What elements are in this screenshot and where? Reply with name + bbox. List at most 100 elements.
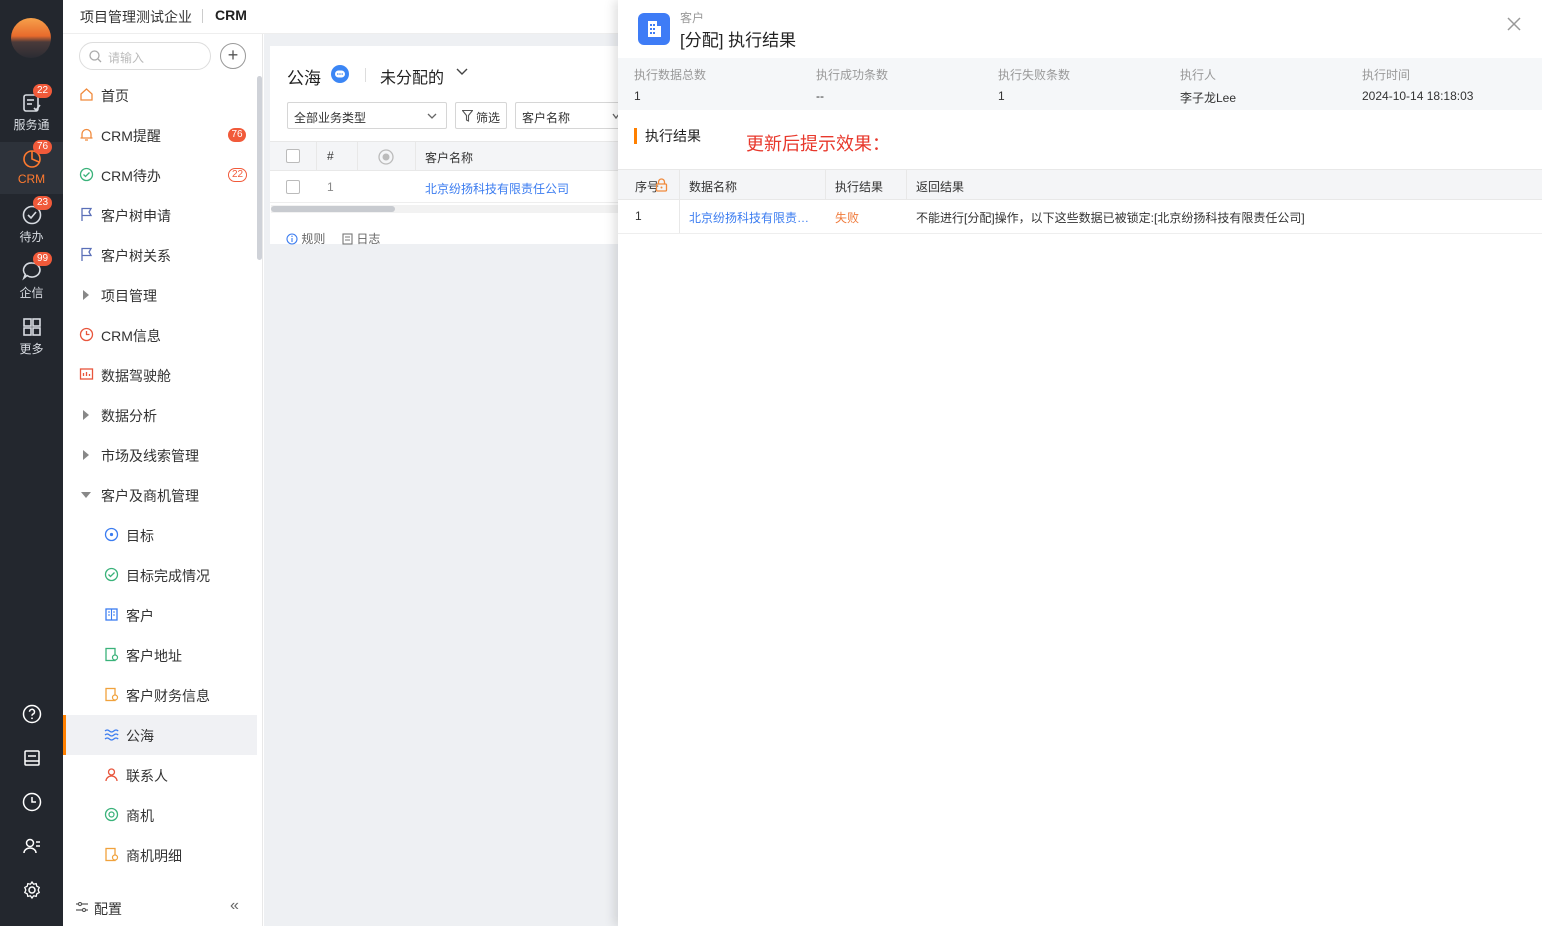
sidebar-item-dashboard[interactable]: 数据驾驶舱 [63,355,257,395]
log-link[interactable]: 日志 [342,230,380,247]
rail-item-service[interactable]: 服务通 22 [0,84,63,138]
sidebar-item-home[interactable]: 首页 [63,75,257,115]
sidebar-item-project[interactable]: 项目管理 [63,275,257,315]
column-header-customer-name: 客户名称 [425,151,474,165]
chevron-down-icon[interactable] [456,68,468,76]
breadcrumb: 项目管理测试企业 CRM [63,0,618,34]
row-index: 1 [635,209,642,223]
row-index: 1 [327,180,334,194]
sidebar-scrollbar[interactable] [257,76,262,260]
sidebar-item-customer-finance[interactable]: 客户财务信息 [63,675,257,715]
sidebar-item-customer-address[interactable]: 客户地址 [63,635,257,675]
help-button[interactable] [0,699,63,729]
summary-value: 1 [634,89,641,103]
column-header-data-name: 数据名称 [689,180,738,194]
sidebar-item-customer-opportunity[interactable]: 客户及商机管理 [63,475,257,515]
business-type-value: 全部业务类型 [294,111,367,125]
sidebar-item-label: 联系人 [126,768,168,784]
rail-label: 服务通 [13,118,50,132]
sidebar-item-goal-progress[interactable]: 目标完成情况 [63,555,257,595]
filter-button[interactable]: 筛选 [455,102,507,129]
lock-icon[interactable] [655,178,668,192]
sidebar-item-label: 公海 [126,728,154,744]
chevron-down-icon [427,113,437,119]
sidebar-item-crm-reminder[interactable]: CRM提醒 76 [63,115,257,155]
table-row[interactable]: 1 北京纷扬科技有限责任公司 失败 不能进行[分配]操作，以下这些数据已被锁定:… [618,200,1542,234]
column-divider [415,142,416,170]
sidebar-footer: 配置 « [63,884,262,926]
field-select[interactable]: 客户名称 [515,102,625,129]
crm-sidebar: 请输入 + 首页 CRM提醒 76 CRM待办 22 客户树申请 客户树关系 项… [63,34,263,926]
app-name[interactable]: CRM [215,7,247,23]
sidebar-item-goal[interactable]: 目标 [63,515,257,555]
rail-item-todo[interactable]: 待办 23 [0,196,63,250]
flag-icon [81,207,93,221]
sidebar-item-market[interactable]: 市场及线索管理 [63,435,257,475]
config-sliders-icon [76,902,88,912]
table-row[interactable]: 1 北京纷扬科技有限责任公司 [270,171,618,203]
row-checkbox[interactable] [286,180,300,194]
rail-item-crm[interactable]: CRM 76 [0,140,63,194]
info-icon [286,233,298,245]
waves-icon [104,729,119,741]
execution-result-drawer: 客户 [分配] 执行结果 执行数据总数 1 执行成功条数 -- 执行失败条数 1… [618,0,1542,926]
view-selector[interactable]: 未分配的 [380,64,444,88]
add-menu-button[interactable]: + [220,43,246,69]
notes-button[interactable] [0,743,63,773]
select-all-checkbox[interactable] [286,149,300,163]
sidebar-item-tree-apply[interactable]: 客户树申请 [63,195,257,235]
sidebar-item-opportunity-detail[interactable]: 商机明细 [63,835,257,875]
horizontal-scrollbar[interactable] [271,205,618,213]
settings-button[interactable] [0,875,63,905]
config-link[interactable]: 配置 [94,899,122,919]
clock-icon [22,792,41,812]
chat-icon[interactable] [331,65,349,83]
customer-name-link[interactable]: 北京纷扬科技有限责任公司 [425,180,569,197]
address-icon [105,647,119,662]
rules-link[interactable]: 规则 [286,230,325,247]
summary-executor: 执行人 李子龙Lee [1180,66,1236,106]
gear-icon [23,880,40,900]
result-table-header: 序号 数据名称 执行结果 返回结果 [618,169,1542,200]
close-icon[interactable] [1506,16,1522,32]
sidebar-item-opportunity[interactable]: 商机 [63,795,257,835]
reminder-count-badge: 76 [228,128,246,142]
history-button[interactable] [0,787,63,817]
sidebar-item-label: 数据分析 [101,408,157,424]
rail-item-chat[interactable]: 企信 99 [0,252,63,306]
finance-icon [105,687,119,702]
target-settings-icon[interactable] [378,149,394,165]
summary-failed: 执行失败条数 1 [998,66,1070,103]
scrollbar-thumb[interactable] [271,206,395,212]
search-icon [89,50,102,63]
sidebar-item-public-sea[interactable]: 公海 [63,715,257,755]
person-icon [105,768,118,782]
rail-badge: 22 [33,84,53,98]
summary-success: 执行成功条数 -- [816,66,888,103]
sidebar-item-contacts[interactable]: 联系人 [63,755,257,795]
user-avatar[interactable] [11,18,51,58]
summary-key: 执行数据总数 [634,68,707,82]
sidebar-item-label: 目标 [126,528,154,544]
log-label: 日志 [356,232,381,246]
sidebar-item-crm-info[interactable]: CRM信息 [63,315,257,355]
rules-label: 规则 [301,232,326,246]
sidebar-item-tree-relation[interactable]: 客户树关系 [63,235,257,275]
home-icon [80,88,93,101]
sidebar-item-label: 客户树申请 [101,208,171,224]
title-divider [365,68,366,82]
summary-value: -- [816,89,824,103]
collapse-sidebar-button[interactable]: « [230,897,239,915]
drawer-subtitle: 客户 [680,11,705,25]
rail-item-more[interactable]: 更多 [0,310,63,362]
data-name-link[interactable]: 北京纷扬科技有限责任公司 [689,209,817,226]
contacts-button[interactable] [0,831,63,861]
business-type-select[interactable]: 全部业务类型 [287,102,447,129]
sidebar-item-analysis[interactable]: 数据分析 [63,395,257,435]
sidebar-item-crm-todo[interactable]: CRM待办 22 [63,155,257,195]
search-input[interactable]: 请输入 [79,42,211,70]
sidebar-item-customer[interactable]: 客户 [63,595,257,635]
sidebar-item-label: CRM信息 [101,328,161,344]
collapse-arrow-icon [81,492,91,498]
company-name[interactable]: 项目管理测试企业 [80,7,192,27]
